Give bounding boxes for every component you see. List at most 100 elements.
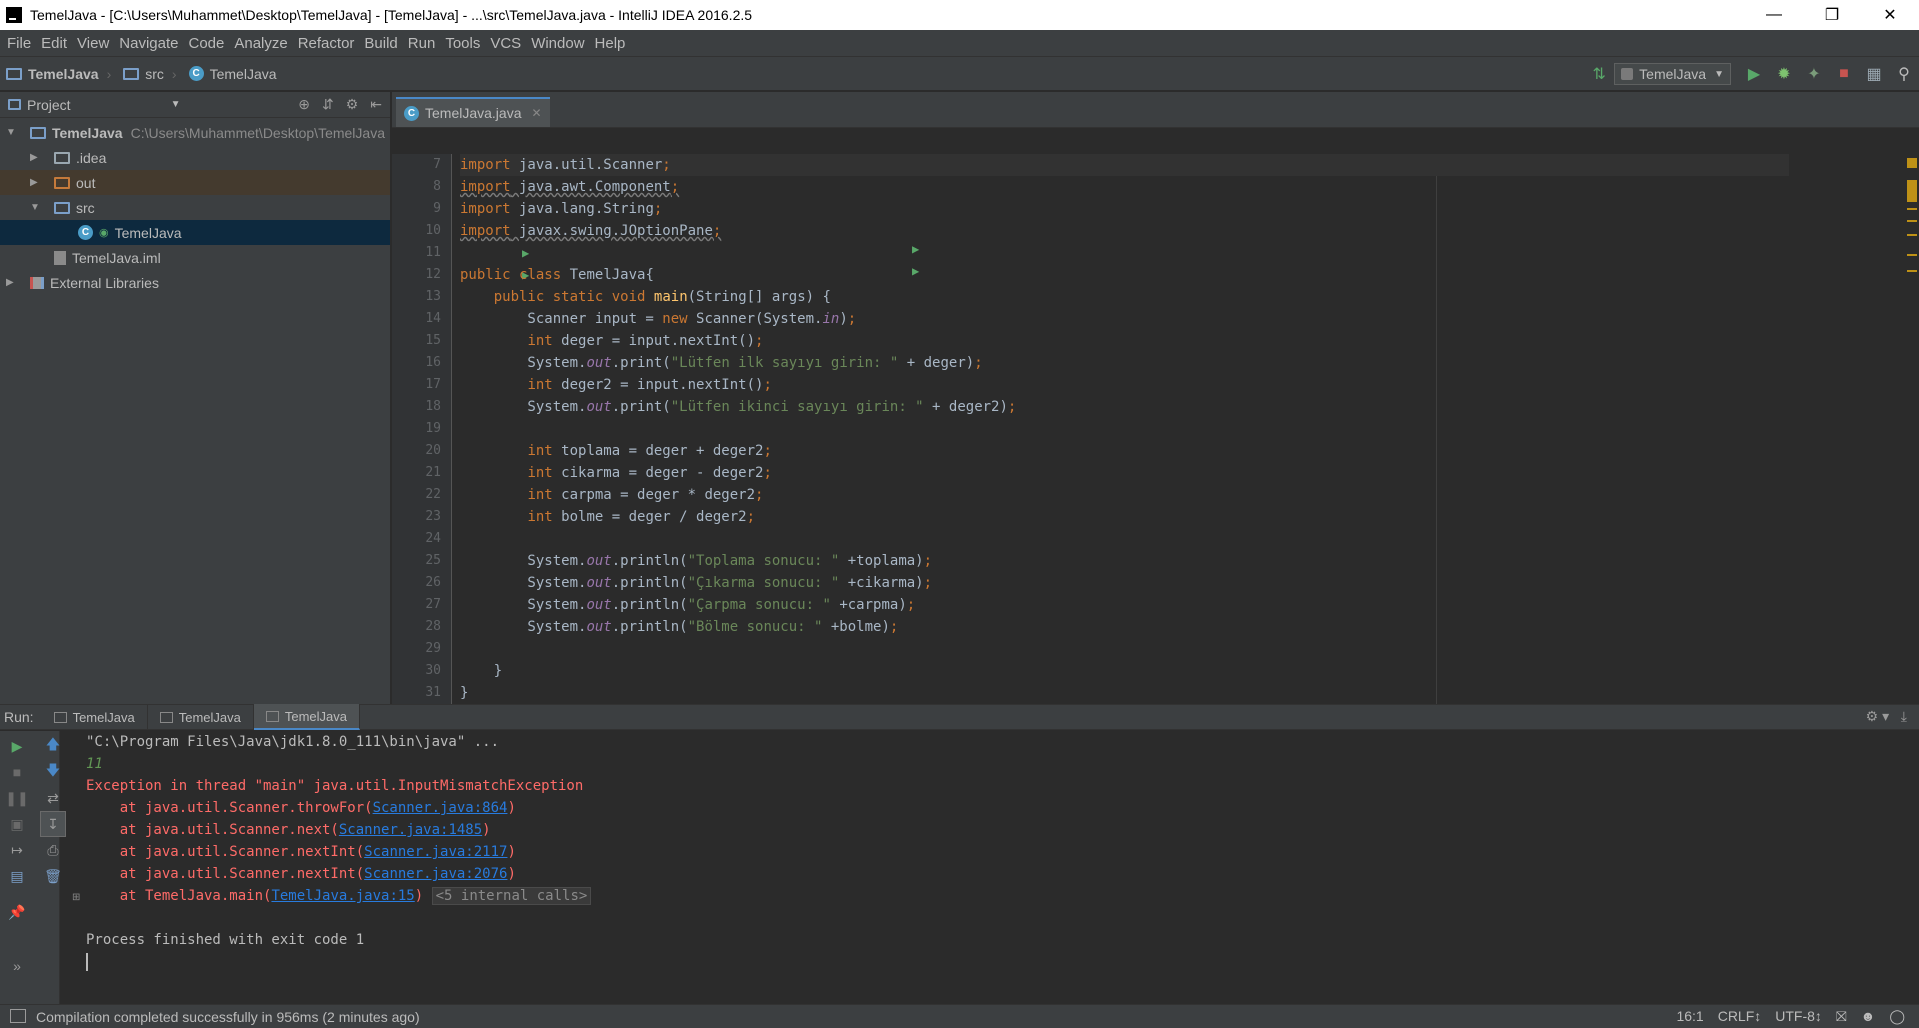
menu-help[interactable]: Help bbox=[590, 35, 631, 52]
line-number-gutter: 7 8 9 10 11 12 13 14 15 16 17 18 19 20 2… bbox=[392, 154, 452, 704]
pin-icon[interactable]: 📌 bbox=[4, 899, 30, 925]
run-tab-3[interactable]: TemelJava bbox=[253, 704, 360, 730]
line-separator[interactable]: CRLF↕ bbox=[1718, 1008, 1762, 1025]
tree-item-external-libraries[interactable]: ▶ External Libraries bbox=[0, 270, 390, 295]
tool-windows-icon[interactable] bbox=[10, 1009, 26, 1023]
breadcrumb-class[interactable]: C TemelJava bbox=[183, 66, 283, 82]
warning-marker[interactable] bbox=[1907, 220, 1917, 222]
warning-marker[interactable] bbox=[1907, 158, 1917, 168]
warning-marker[interactable] bbox=[1907, 180, 1917, 202]
event-log-icon[interactable]: ◯ bbox=[1889, 1008, 1905, 1025]
trace-link[interactable]: Scanner.java:864 bbox=[373, 800, 508, 816]
dump-threads-icon[interactable]: ▣ bbox=[4, 811, 30, 837]
breadcrumb-src[interactable]: src › bbox=[117, 66, 182, 82]
warning-marker[interactable] bbox=[1907, 234, 1917, 236]
restore-button[interactable]: ❐ bbox=[1803, 0, 1861, 30]
fold-toggle-icon[interactable]: ⊞ bbox=[72, 892, 80, 903]
menu-view[interactable]: View bbox=[72, 35, 114, 52]
run-tab-2[interactable]: TemelJava bbox=[148, 704, 254, 730]
trace-link[interactable]: Scanner.java:2076 bbox=[364, 866, 507, 882]
file-encoding[interactable]: UTF-8↕ bbox=[1775, 1008, 1822, 1025]
caret-position[interactable]: 16:1 bbox=[1676, 1008, 1703, 1025]
minimize-button[interactable]: — bbox=[1745, 0, 1803, 30]
chevron-down-icon[interactable]: ▼ bbox=[171, 99, 181, 110]
close-button[interactable]: ✕ bbox=[1861, 0, 1919, 30]
menu-window[interactable]: Window bbox=[526, 35, 589, 52]
trace-link[interactable]: Scanner.java:2117 bbox=[364, 844, 507, 860]
console-input-line[interactable] bbox=[86, 951, 1919, 973]
menu-vcs[interactable]: VCS bbox=[485, 35, 526, 52]
lock-icon[interactable]: ⛝ bbox=[1836, 1008, 1847, 1025]
code-line: int toplama = deger + deger2; bbox=[527, 443, 772, 459]
menu-run[interactable]: Run bbox=[403, 35, 441, 52]
locate-icon[interactable]: ⊕ bbox=[298, 96, 310, 113]
run-config-icon bbox=[265, 710, 279, 722]
menu-tools[interactable]: Tools bbox=[440, 35, 485, 52]
down-arrow-icon[interactable]: 🡇 bbox=[40, 759, 66, 785]
line-number: 24 bbox=[425, 531, 441, 546]
search-icon[interactable]: ⚲ bbox=[1889, 59, 1919, 89]
collapsed-arrow-icon[interactable]: ▶ bbox=[30, 177, 42, 188]
run-button[interactable]: ▶ bbox=[1739, 59, 1769, 89]
project-structure-icon[interactable]: ▦ bbox=[1859, 59, 1889, 89]
sort-icon[interactable]: ⇅ bbox=[1584, 59, 1614, 89]
menu-file[interactable]: File bbox=[2, 35, 36, 52]
scroll-to-end-icon[interactable]: ↧ bbox=[40, 811, 66, 837]
tree-item-iml[interactable]: TemelJava.iml bbox=[0, 245, 390, 270]
run-configuration-select[interactable]: TemelJava ▼ bbox=[1614, 63, 1731, 85]
code-line: } bbox=[460, 685, 469, 701]
tree-item-out[interactable]: ▶ out bbox=[0, 170, 390, 195]
menu-navigate[interactable]: Navigate bbox=[114, 35, 183, 52]
warning-marker[interactable] bbox=[1907, 254, 1917, 256]
collapsed-arrow-icon[interactable]: ▶ bbox=[30, 152, 42, 163]
close-tab-icon[interactable]: ✕ bbox=[532, 106, 542, 120]
expanded-arrow-icon[interactable]: ▼ bbox=[30, 202, 42, 213]
trash-icon[interactable]: 🗑 bbox=[40, 863, 66, 889]
print-icon[interactable]: ⎙ bbox=[40, 837, 66, 863]
class-icon: C bbox=[188, 66, 204, 81]
trace-link[interactable]: Scanner.java:1485 bbox=[339, 822, 482, 838]
code-line: int bolme = deger / deger2; bbox=[527, 509, 756, 525]
code-line: import javax.swing.JOptionPane; bbox=[460, 223, 722, 239]
tree-item-project-root[interactable]: ▼ TemelJava C:\Users\Muhammet\Desktop\Te… bbox=[0, 120, 390, 145]
up-arrow-icon[interactable]: 🡅 bbox=[40, 733, 66, 759]
menu-refactor[interactable]: Refactor bbox=[293, 35, 360, 52]
gear-icon[interactable]: ⚙ ▾ ⤓ bbox=[1866, 708, 1907, 725]
warning-marker[interactable] bbox=[1907, 208, 1917, 210]
trace-link[interactable]: TemelJava.java:15 bbox=[271, 888, 414, 904]
tab-temeljava-java[interactable]: C TemelJava.java ✕ bbox=[396, 97, 550, 127]
collapsed-arrow-icon[interactable]: ▶ bbox=[6, 277, 18, 288]
console-output[interactable]: "C:\Program Files\Java\jdk1.8.0_111\bin\… bbox=[86, 731, 1919, 1004]
tree-item-label: out bbox=[76, 174, 96, 191]
breadcrumb-project[interactable]: TemelJava › bbox=[0, 66, 117, 82]
rerun-icon[interactable]: ▶ bbox=[4, 733, 30, 759]
warning-marker[interactable] bbox=[1907, 270, 1917, 272]
tree-item-idea[interactable]: ▶ .idea bbox=[0, 145, 390, 170]
menu-code[interactable]: Code bbox=[183, 35, 229, 52]
menu-edit[interactable]: Edit bbox=[36, 35, 72, 52]
error-stripe[interactable] bbox=[1905, 154, 1919, 704]
menu-build[interactable]: Build bbox=[359, 35, 402, 52]
code-line: int cikarma = deger - deger2; bbox=[527, 465, 772, 481]
layout-icon[interactable]: ▤ bbox=[4, 863, 30, 889]
coverage-button[interactable]: ✦ bbox=[1799, 59, 1829, 89]
exit-icon[interactable]: ↦ bbox=[4, 837, 30, 863]
stop-icon[interactable]: ■ bbox=[4, 759, 30, 785]
run-tab-1[interactable]: TemelJava bbox=[42, 704, 148, 730]
expanded-arrow-icon[interactable]: ▼ bbox=[6, 127, 18, 138]
hide-panel-icon[interactable]: ⇤ bbox=[370, 96, 382, 113]
debug-button[interactable]: ✹ bbox=[1769, 59, 1799, 89]
menu-analyze[interactable]: Analyze bbox=[229, 35, 292, 52]
expand-icon[interactable]: » bbox=[4, 953, 30, 979]
internal-calls-fold[interactable]: <5 internal calls> bbox=[431, 887, 592, 905]
stop-button[interactable]: ■ bbox=[1829, 59, 1859, 89]
inspector-icon[interactable]: ☻ bbox=[1861, 1008, 1876, 1025]
collapse-icon[interactable]: ⇵ bbox=[322, 96, 334, 113]
code-area[interactable]: 7 8 9 10 11 12 13 14 15 16 17 18 19 20 2… bbox=[392, 154, 1919, 704]
gear-icon[interactable]: ⚙ bbox=[346, 96, 359, 113]
tree-item-temeljava-class[interactable]: C ◉ TemelJava bbox=[0, 220, 390, 245]
soft-wrap-icon[interactable]: ⇄ bbox=[40, 785, 66, 811]
project-panel-title[interactable]: Project bbox=[27, 97, 71, 113]
pause-icon[interactable]: ❚❚ bbox=[4, 785, 30, 811]
tree-item-src[interactable]: ▼ src bbox=[0, 195, 390, 220]
